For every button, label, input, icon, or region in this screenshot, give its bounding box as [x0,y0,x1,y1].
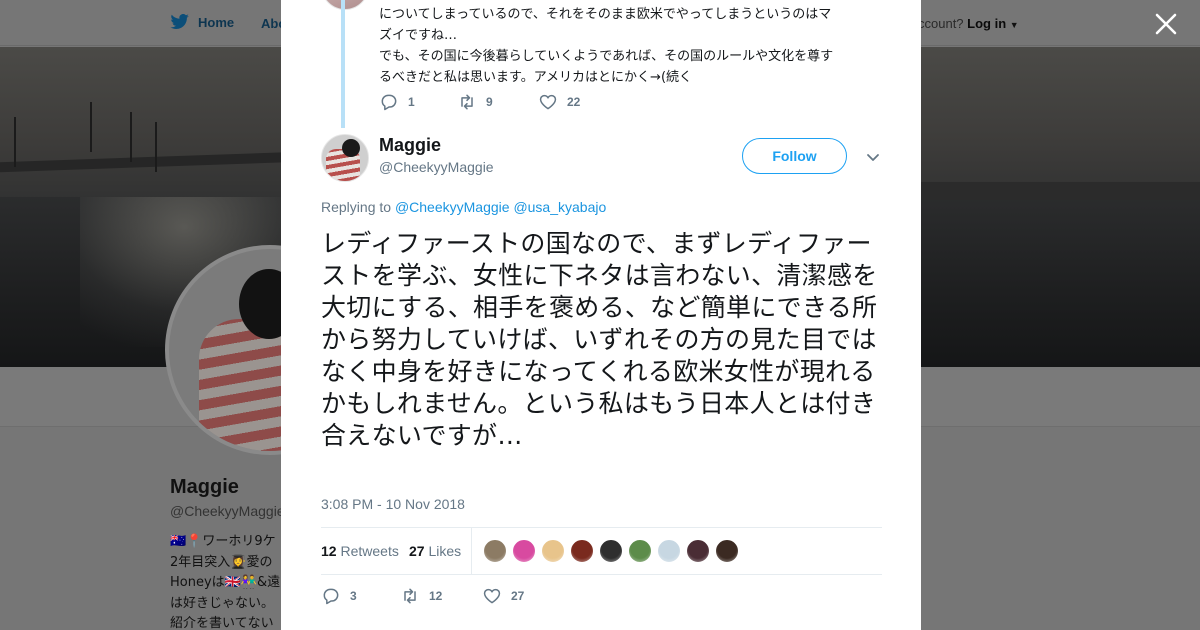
retweets-count: 12 [321,543,337,559]
header-lamp-post [90,102,92,152]
liker-avatar[interactable] [570,539,594,563]
liker-avatar[interactable] [512,539,536,563]
tweet-text: レディファーストの国なので、まずレディファーストを学ぶ、女性に下ネタは言わない、… [321,229,878,450]
previous-retweet-count: 9 [486,95,493,109]
liker-avatar[interactable] [599,539,623,563]
heart-icon [483,588,501,604]
reply-icon [381,94,397,111]
author-name[interactable]: Maggie [379,135,441,156]
liker-avatars [483,539,739,563]
bio-line: は好きじゃない。 [170,595,275,611]
retweets-label: Retweets [340,543,399,559]
author-avatar[interactable] [321,134,369,182]
thread-connector-line [341,0,345,128]
likes-count: 27 [409,543,425,559]
account-prompt-text: ccount? [918,16,964,31]
tweet-timestamp[interactable]: 3:08 PM - 10 Nov 2018 [321,496,465,512]
bio-line: 2年目突入👩‍🎓愛の [170,554,273,570]
tweet-actions: 3 12 27 [321,586,524,606]
previous-reply-count: 1 [408,95,415,109]
previous-tweet-text: についてしまっているので、それをそのまま欧米でやってしまうというのはマ ズイです… [379,4,879,88]
bio-line: 🇦🇺📍ワーホリ9ケ [170,534,276,549]
profile-name: Maggie [170,476,239,498]
header-pier [0,151,300,173]
previous-tweet-line: るべきだと私は思います。アメリカはとにかく→(続く [379,70,693,85]
previous-tweet-actions: 1 9 22 [379,92,580,112]
like-count: 27 [511,589,525,603]
tweet-modal: についてしまっているので、それをそのまま欧米でやってしまうというのはマ ズイです… [281,0,921,630]
retweet-count: 12 [429,589,443,603]
replying-to: Replying to @CheekyyMaggie @usa_kyabajo [321,199,606,215]
previous-reply-button[interactable]: 1 [379,92,457,112]
previous-like-count: 22 [567,95,581,109]
nav-home-label: Home [198,14,235,30]
previous-retweet-button[interactable]: 9 [457,92,538,112]
liker-avatar[interactable] [541,539,565,563]
bio-line: 紹介を書いてない [170,616,274,630]
previous-like-button[interactable]: 22 [538,92,580,112]
reply-icon [323,588,339,605]
chevron-down-icon: ▼ [1009,20,1019,30]
liker-avatar[interactable] [686,539,710,563]
reply-button[interactable]: 3 [321,586,400,606]
reply-count: 3 [350,589,357,603]
header-lamp-post [14,117,16,167]
liker-avatar[interactable] [483,539,507,563]
previous-tweet-avatar[interactable] [321,0,369,10]
profile-handle: @CheekyyMaggie [170,503,285,519]
heart-icon [539,94,557,110]
account-prompt: ccount? Log in ▼ [918,16,1019,31]
likes-stat[interactable]: 27 Likes [409,543,461,559]
bio-line: Honeyは🇬🇧👫&遠 [170,575,281,590]
previous-tweet-line: ズイですね… [379,28,458,43]
retweets-stat[interactable]: 12 Retweets [321,543,399,559]
header-lamp-post [155,122,157,172]
chevron-down-icon[interactable] [864,148,882,166]
retweet-button[interactable]: 12 [400,586,482,606]
author-handle[interactable]: @CheekyyMaggie [379,159,494,175]
profile-bio: 🇦🇺📍ワーホリ9ケ 2年目突入👩‍🎓愛の Honeyは🇬🇧👫&遠 は好きじゃない… [170,532,290,630]
header-skyline [900,182,1200,200]
nav-home[interactable]: Home [170,14,234,30]
replying-to-link[interactable]: @usa_kyabajo [513,199,606,215]
liker-avatar[interactable] [657,539,681,563]
close-icon[interactable] [1153,11,1179,37]
retweet-icon [461,94,473,110]
author-avatar-hair [342,139,360,157]
login-link[interactable]: Log in [967,16,1006,31]
stats-divider [471,528,472,575]
replying-to-link[interactable]: @CheekyyMaggie [395,199,510,215]
liker-avatar[interactable] [715,539,739,563]
tweet-stats: 12 Retweets 27 Likes [321,527,882,575]
previous-tweet-line: でも、その国に今後暮らしていくようであれば、その国のルールや文化を尊す [379,49,834,64]
replying-to-label: Replying to [321,199,392,215]
liker-avatar[interactable] [628,539,652,563]
likes-label: Likes [428,543,462,559]
previous-tweet-line: についてしまっているので、それをそのまま欧米でやってしまうというのはマ [379,7,832,22]
follow-button[interactable]: Follow [742,138,847,174]
like-button[interactable]: 27 [482,586,524,606]
header-lamp-post [130,112,132,162]
retweet-icon [404,588,416,604]
twitter-bird-icon [170,14,189,29]
